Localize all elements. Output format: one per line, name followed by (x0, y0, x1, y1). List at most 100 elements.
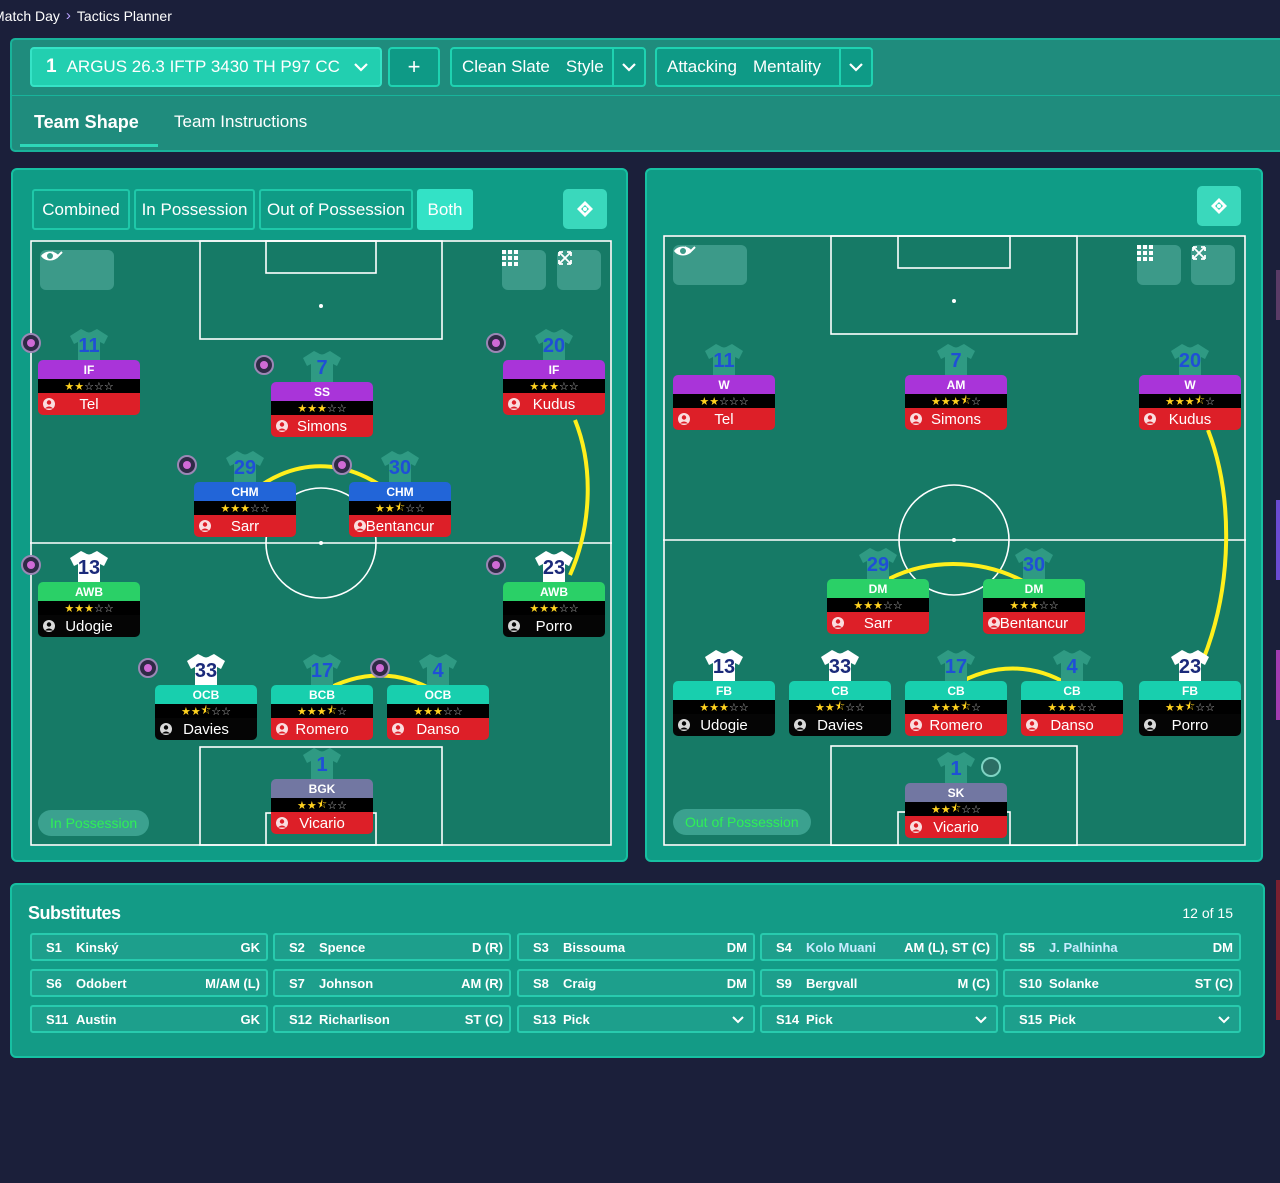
shirt-number: 1 (950, 758, 962, 780)
player-card[interactable]: 29 DM ★ ★ ★ ☆ ☆ Sarr (827, 548, 929, 635)
player-name-bar: Vicario (905, 816, 1007, 838)
substitute-slot[interactable]: S10 Solanke ST (C) (1003, 969, 1241, 997)
person-icon (678, 413, 690, 425)
player-status-icon (370, 658, 390, 678)
shirt-icon: 17 (302, 652, 342, 688)
shirt-icon: 33 (820, 648, 860, 684)
player-card[interactable]: 33 OCB ★ ★ ⯪ ☆ ☆ Davies (138, 654, 257, 741)
substitute-slot[interactable]: S1 Kinský GK (30, 933, 268, 961)
visibility-dropdown[interactable] (40, 250, 114, 290)
person-icon (160, 723, 172, 735)
style-value: Clean Slate (462, 57, 550, 76)
player-name: Kudus (532, 395, 576, 413)
player-rating-stars: ★ ★ ⯪ ☆ ☆ (349, 501, 451, 515)
sub-slot-label: S1 (46, 939, 62, 955)
tactic-shape-button[interactable] (1197, 186, 1241, 226)
toggle-in-possession[interactable]: In Possession (134, 189, 255, 230)
player-name-bar: Tel (673, 408, 775, 430)
style-select[interactable]: Clean Slate Style (450, 47, 646, 87)
player-card[interactable]: 1 SK ★ ★ ⯪ ☆ ☆ Vicario (905, 752, 1007, 839)
player-card[interactable]: 1 BGK ★ ★ ⯪ ☆ ☆ Vicario (271, 748, 373, 835)
player-rating-stars: ★ ★ ★ ⯪ ☆ (271, 704, 373, 718)
player-card[interactable]: 20 IF ★ ★ ★ ☆ ☆ Kudus (486, 329, 605, 416)
player-card[interactable]: 11 W ★ ★ ☆ ☆ ☆ Tel (673, 344, 775, 431)
toggle-both[interactable]: Both (417, 189, 473, 230)
person-icon (276, 723, 288, 735)
breadcrumb-parent[interactable]: Match Day (0, 8, 60, 24)
sub-slot-label: S4 (776, 939, 792, 955)
player-position: W (1139, 375, 1241, 394)
mentality-select[interactable]: Attacking Mentality (655, 47, 873, 87)
substitute-slot[interactable]: S8 Craig DM (517, 969, 755, 997)
sub-slot-label: S2 (289, 939, 305, 955)
substitute-pick-select[interactable]: S15 Pick (1003, 1005, 1241, 1033)
substitute-pick-select[interactable]: S14 Pick (760, 1005, 998, 1033)
player-card[interactable]: 7 SS ★ ★ ★ ☆ ☆ Simons (254, 351, 373, 438)
substitute-pick-select[interactable]: S13 Pick (517, 1005, 755, 1033)
shirt-icon: 7 (302, 349, 342, 385)
player-card[interactable]: 17 BCB ★ ★ ★ ⯪ ☆ Romero (271, 654, 373, 741)
shirt-icon: 20 (534, 327, 574, 363)
grid-view-button[interactable] (502, 250, 546, 290)
player-card[interactable]: 13 AWB ★ ★ ★ ☆ ☆ Udogie (21, 551, 140, 638)
player-card[interactable]: 11 IF ★ ★ ☆ ☆ ☆ Tel (21, 329, 140, 416)
shirt-icon: 4 (1052, 648, 1092, 684)
player-name: Danso (1050, 716, 1094, 734)
tab-team-shape[interactable]: Team Shape (34, 112, 139, 133)
sub-slot-label: S9 (776, 975, 792, 991)
substitute-slot[interactable]: S6 Odobert M/AM (L) (30, 969, 268, 997)
visibility-dropdown[interactable] (673, 245, 747, 285)
player-card[interactable]: 33 CB ★ ★ ⯪ ☆ ☆ Davies (789, 650, 891, 737)
shirt-icon: 1 (936, 750, 976, 786)
shirt-number: 33 (828, 656, 852, 678)
toggle-combined[interactable]: Combined (32, 189, 130, 230)
chevron-down-icon (839, 49, 871, 85)
sub-player-position: AM (L), ST (C) (904, 939, 990, 955)
player-card[interactable]: 4 CB ★ ★ ★ ☆ ☆ Danso (1021, 650, 1123, 737)
player-name-bar: Danso (1021, 714, 1123, 736)
shirt-number: 23 (1178, 656, 1202, 678)
tactic-select[interactable]: 1 ARGUS 26.3 IFTP 3430 TH P97 CC (30, 47, 382, 87)
sub-slot-label: S11 (46, 1011, 69, 1027)
sub-player-position: M (C) (957, 975, 991, 991)
tab-team-instructions[interactable]: Team Instructions (174, 112, 307, 132)
player-rating-stars: ★ ★ ⯪ ☆ ☆ (155, 704, 257, 718)
substitute-slot[interactable]: S5 J. Palhinha DM (1003, 933, 1241, 961)
expand-button[interactable] (1191, 245, 1235, 285)
person-icon (43, 620, 55, 632)
grid-icon (502, 250, 518, 266)
sub-player-name: Solanke (1049, 975, 1099, 991)
player-card[interactable]: 13 FB ★ ★ ★ ☆ ☆ Udogie (673, 650, 775, 737)
player-card[interactable]: 30 DM ★ ★ ★ ☆ ☆ Bentancur (983, 548, 1085, 635)
player-card[interactable]: 20 W ★ ★ ★ ⯪ ☆ Kudus (1139, 344, 1241, 431)
sub-player-position: DM (1212, 939, 1233, 955)
add-tactic-button[interactable]: + (388, 47, 440, 87)
substitute-slot[interactable]: S11 Austin GK (30, 1005, 268, 1033)
player-position: W (673, 375, 775, 394)
substitute-slot[interactable]: S7 Johnson AM (R) (273, 969, 511, 997)
player-rating-stars: ★ ★ ⯪ ☆ ☆ (905, 802, 1007, 816)
substitute-slot[interactable]: S2 Spence D (R) (273, 933, 511, 961)
player-card[interactable]: 7 AM ★ ★ ★ ⯪ ☆ Simons (905, 344, 1007, 431)
player-name: Davies (817, 716, 863, 734)
grid-view-button[interactable] (1137, 245, 1181, 285)
player-card[interactable]: 17 CB ★ ★ ★ ⯪ ☆ Romero (905, 650, 1007, 737)
chevron-down-icon (51, 251, 63, 259)
sub-player-name: Pick (806, 1011, 833, 1027)
toggle-out-of-possession[interactable]: Out of Possession (259, 189, 413, 230)
grid-icon (1137, 245, 1153, 261)
player-rating-stars: ★ ★ ⯪ ☆ ☆ (1139, 700, 1241, 714)
player-card[interactable]: 23 FB ★ ★ ⯪ ☆ ☆ Porro (1139, 650, 1241, 737)
player-card[interactable]: 23 AWB ★ ★ ★ ☆ ☆ Porro (486, 551, 605, 638)
tactic-shape-button[interactable] (563, 189, 607, 229)
substitute-slot[interactable]: S4 Kolo Muani AM (L), ST (C) (760, 933, 998, 961)
player-card[interactable]: 4 OCB ★ ★ ★ ☆ ☆ Danso (370, 654, 489, 741)
person-icon (678, 719, 690, 731)
player-card[interactable]: 29 CHM ★ ★ ★ ☆ ☆ Sarr (177, 451, 296, 538)
shirt-number: 23 (542, 557, 566, 579)
substitute-slot[interactable]: S3 Bissouma DM (517, 933, 755, 961)
substitute-slot[interactable]: S12 Richarlison ST (C) (273, 1005, 511, 1033)
player-card[interactable]: 30 CHM ★ ★ ⯪ ☆ ☆ Bentancur (332, 451, 451, 538)
expand-button[interactable] (557, 250, 601, 290)
substitute-slot[interactable]: S9 Bergvall M (C) (760, 969, 998, 997)
